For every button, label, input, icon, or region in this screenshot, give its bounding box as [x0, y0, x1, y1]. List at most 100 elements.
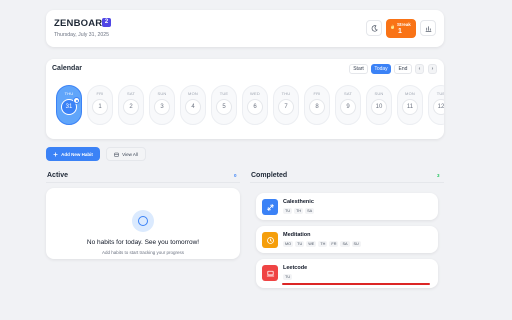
stats-button[interactable]	[420, 20, 436, 36]
day-chip: SU	[351, 241, 361, 247]
calendar-title: Calendar	[52, 65, 82, 72]
habit-card[interactable]: Meditation MO TU WE TH FR SA SU	[256, 226, 438, 253]
habit-days: TU	[283, 274, 293, 280]
calendar-day[interactable]: SUN 10	[366, 85, 392, 125]
habit-name: Meditation	[283, 232, 311, 238]
calendar-start-button[interactable]: Start	[349, 64, 368, 74]
streak-badge[interactable]: Streak 1	[386, 19, 416, 38]
add-habit-button[interactable]: Add New Habit	[46, 147, 100, 161]
calendar-card: Calendar Start Today End ‹ › THU 31 FRI 1 SA…	[46, 59, 444, 139]
day-number: 4	[185, 99, 201, 115]
completed-section-title: Completed	[251, 172, 288, 179]
plus-icon	[53, 152, 58, 156]
day-number: 11	[402, 99, 418, 115]
calendar-day[interactable]: THU 7	[273, 85, 299, 125]
calendar-icon	[114, 152, 119, 157]
day-chip: TU	[295, 241, 305, 247]
scroll-indicator	[286, 133, 296, 135]
habit-icon-box	[262, 232, 278, 248]
day-number: 3	[154, 99, 170, 115]
view-all-label: View All	[122, 151, 138, 157]
habit-name: Calesthenic	[283, 199, 314, 205]
divider	[250, 182, 444, 183]
day-name: TUE	[219, 91, 229, 96]
day-name: SAT	[126, 91, 136, 96]
day-chip: TU	[283, 274, 293, 280]
day-chip: SA	[305, 208, 315, 214]
calendar-today-button[interactable]: Today	[371, 64, 391, 74]
day-chip: TH	[294, 208, 304, 214]
active-section-title: Active	[47, 172, 69, 179]
day-chip: SA	[340, 241, 350, 247]
empty-state-title: No habits for today. See you tomorrow!	[86, 239, 200, 246]
dumbbell-icon	[266, 203, 274, 211]
empty-state-icon	[132, 210, 154, 232]
calendar-end-button[interactable]: End	[394, 64, 412, 74]
calendar-day[interactable]: TUE 12	[428, 85, 444, 125]
day-chip: WE	[306, 241, 317, 247]
habit-days: TU TH SA	[283, 208, 315, 214]
theme-toggle-button[interactable]	[366, 20, 382, 36]
add-habit-label: Add New Habit	[61, 151, 93, 157]
day-chip: TU	[283, 208, 293, 214]
habit-card[interactable]: Leetcode TU	[256, 259, 438, 288]
habit-days: MO TU WE TH FR SA SU	[283, 241, 361, 247]
day-number: 1	[92, 99, 108, 115]
today-marker-icon	[73, 97, 80, 104]
day-name: SAT	[343, 91, 353, 96]
day-name: FRI	[96, 91, 104, 96]
day-name: FRI	[313, 91, 321, 96]
calendar-prev-button[interactable]: ‹	[415, 64, 424, 74]
day-chip: FR	[329, 241, 339, 247]
calendar-next-button[interactable]: ›	[428, 64, 437, 74]
flame-icon	[391, 24, 395, 29]
habit-progress-bar	[282, 283, 430, 285]
clock-icon	[266, 236, 274, 244]
day-name: WED	[250, 91, 260, 96]
active-empty-state: No habits for today. See you tomorrow! A…	[46, 188, 240, 259]
day-name: TUE	[436, 91, 444, 96]
calendar-day[interactable]: FRI 1	[87, 85, 113, 125]
calendar-day[interactable]: FRI 8	[304, 85, 330, 125]
day-chip: TH	[318, 241, 328, 247]
calendar-day[interactable]: WED 6	[242, 85, 268, 125]
day-name: THU	[281, 91, 291, 96]
day-name: THU	[64, 91, 74, 96]
header-card: ZENBOARD 2 Thursday, July 31, 2025 Strea…	[46, 10, 444, 47]
calendar-day[interactable]: MON 4	[180, 85, 206, 125]
completed-count: 3	[437, 173, 440, 178]
calendar-day[interactable]: SAT 2	[118, 85, 144, 125]
day-number: 6	[247, 99, 263, 115]
day-number: 10	[371, 99, 387, 115]
day-number: 9	[340, 99, 356, 115]
habit-card[interactable]: Calesthenic TU TH SA	[256, 193, 438, 220]
moon-icon	[371, 24, 378, 32]
calendar-day[interactable]: MON 11	[397, 85, 423, 125]
day-number: 8	[309, 99, 325, 115]
day-number: 7	[278, 99, 294, 115]
day-name: MON	[188, 91, 198, 96]
app-badge: 2	[102, 18, 111, 27]
day-name: SUN	[157, 91, 167, 96]
calendar-day[interactable]: SUN 3	[149, 85, 175, 125]
day-number: 5	[216, 99, 232, 115]
bar-chart-icon	[425, 25, 431, 32]
habit-name: Leetcode	[283, 265, 308, 271]
calendar-day-today[interactable]: THU 31	[56, 85, 82, 125]
calendar-day[interactable]: SAT 9	[335, 85, 361, 125]
day-name: MON	[405, 91, 415, 96]
empty-state-subtitle: Add habits to start tracking your progre…	[101, 250, 185, 255]
divider	[46, 182, 240, 183]
day-number: 2	[123, 99, 139, 115]
streak-label: Streak	[397, 22, 411, 27]
active-count: 0	[234, 173, 237, 178]
laptop-icon	[266, 270, 274, 276]
habit-icon-box	[262, 199, 278, 215]
day-name: SUN	[374, 91, 384, 96]
view-all-button[interactable]: View All	[106, 147, 146, 161]
habit-icon-box	[262, 265, 278, 281]
streak-count: 1	[398, 28, 402, 35]
current-date: Thursday, July 31, 2025	[54, 32, 109, 38]
calendar-day[interactable]: TUE 5	[211, 85, 237, 125]
day-number: 12	[433, 99, 444, 115]
